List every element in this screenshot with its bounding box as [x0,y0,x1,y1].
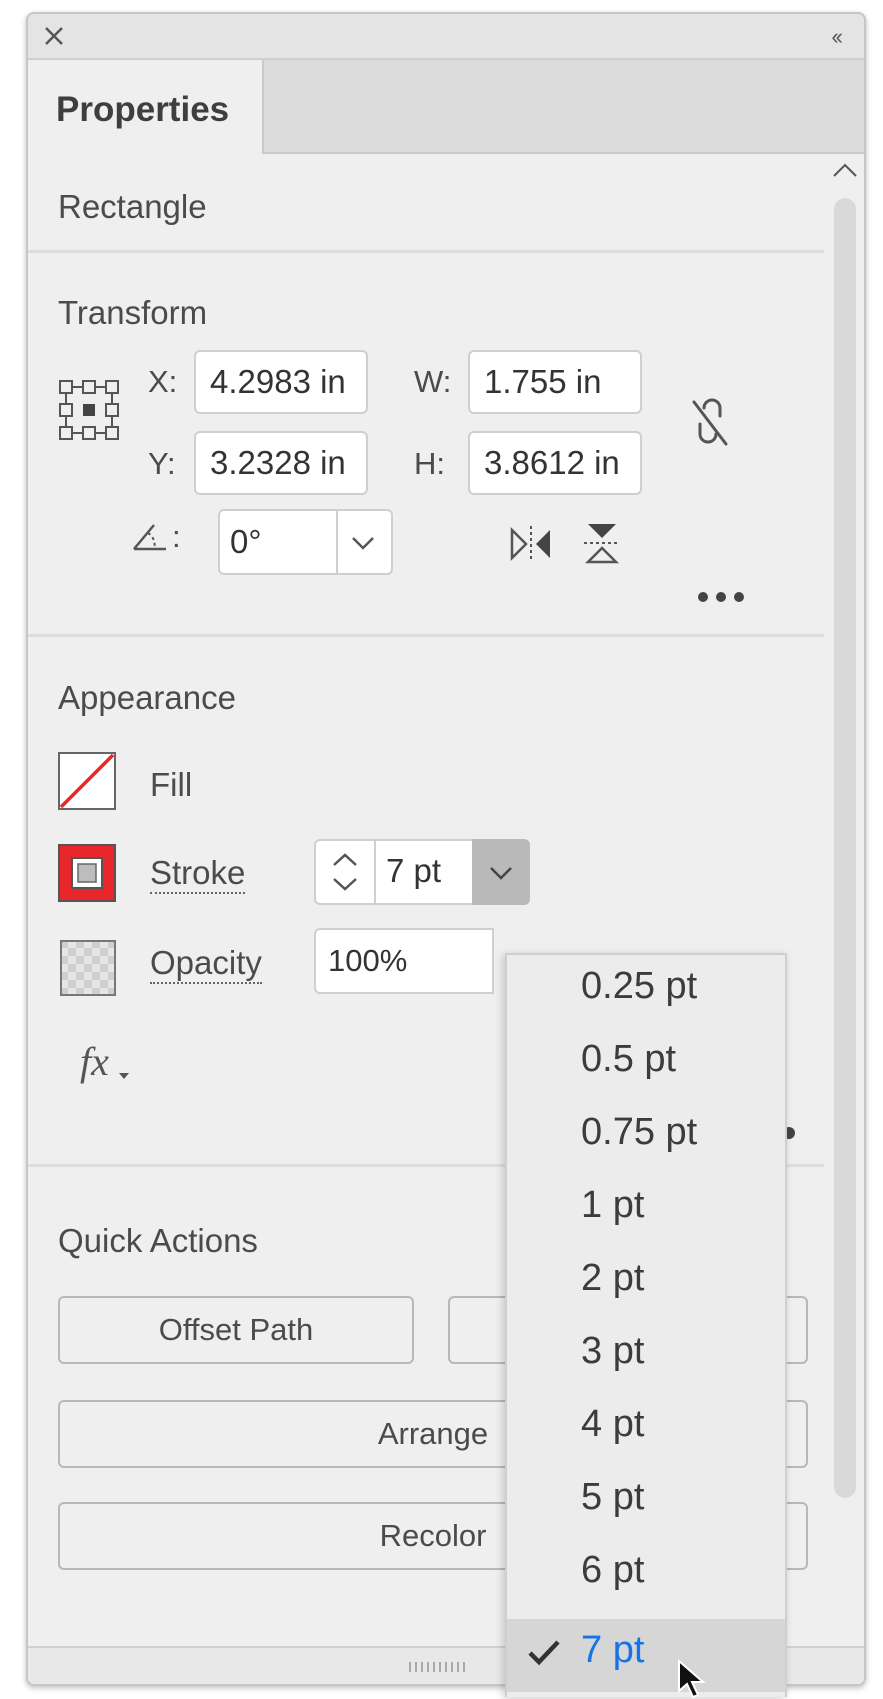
flip-vertical-icon[interactable] [582,520,622,566]
mouse-pointer-icon [678,1659,706,1699]
menu-item[interactable]: 5 pt [507,1466,785,1539]
h-label: H: [414,446,445,481]
h-input[interactable]: 3.8612 in [468,431,642,495]
fx-icon[interactable]: fx [80,1038,109,1085]
flip-horizontal-icon[interactable] [508,524,554,564]
chevron-down-icon[interactable] [348,531,378,555]
stroke-stepper[interactable] [316,841,376,903]
y-input[interactable]: 3.2328 in [194,431,368,495]
menu-item[interactable]: 0.5 pt [507,1028,785,1101]
tab-properties[interactable]: Properties [28,60,264,154]
stroke-weight-control[interactable]: 7 pt [314,839,530,905]
menu-item[interactable]: 3 pt [507,1320,785,1393]
opacity-checker-icon[interactable] [60,940,118,998]
appearance-title: Appearance [58,679,236,716]
menu-item-label: 0.5 pt [581,1038,677,1080]
panel-titlebar: ‹‹ [28,14,864,60]
opacity-input[interactable]: 100% [314,928,494,994]
menu-item[interactable]: 4 pt [507,1393,785,1466]
stepper-arrows-icon[interactable] [328,847,362,897]
stroke-swatch-icon[interactable] [58,844,116,902]
tab-strip: Properties [28,60,864,154]
angle-separator [336,511,338,573]
menu-item-label: 7 pt [581,1629,645,1671]
angle-label: : [172,519,181,554]
menu-item-label: 6 pt [581,1549,645,1591]
menu-item[interactable]: 1 pt [507,1174,785,1247]
checkmark-icon [528,1640,560,1666]
x-input[interactable]: 4.2983 in [194,350,368,414]
opacity-label[interactable]: Opacity [150,944,262,984]
divider [28,250,824,253]
menu-item-label: 3 pt [581,1330,645,1372]
fill-none-swatch-icon[interactable] [58,752,116,810]
angle-value: 0° [230,523,262,560]
scroll-up-icon[interactable] [830,158,860,182]
fill-label: Fill [150,766,193,803]
menu-item-label: 4 pt [581,1403,645,1445]
stroke-weight-dropdown-button[interactable] [472,839,530,905]
w-label: W: [414,364,452,399]
stroke-label[interactable]: Stroke [150,854,246,894]
vertical-scrollbar[interactable] [826,158,862,1498]
divider [28,634,824,637]
transform-title: Transform [58,294,208,331]
menu-item[interactable]: 6 pt [507,1539,785,1612]
menu-item[interactable]: 0.25 pt [507,955,785,1028]
menu-item[interactable]: 0.75 pt [507,1101,785,1174]
menu-item-selected[interactable]: 7 pt [507,1619,785,1699]
menu-item[interactable]: 2 pt [507,1247,785,1320]
collapse-panel-icon[interactable]: ‹‹ [831,24,843,50]
menu-item-label: 5 pt [581,1476,645,1518]
scroll-thumb[interactable] [834,198,856,1498]
w-input[interactable]: 1.755 in [468,350,642,414]
stroke-weight-menu: 0.25 pt 0.5 pt 0.75 pt 1 pt 2 pt 3 pt 4 … [505,953,787,1699]
x-label: X: [148,364,178,399]
reference-point-icon[interactable] [58,379,120,441]
tab-properties-label: Properties [56,90,230,129]
angle-select[interactable]: 0° [218,509,393,575]
object-type-title: Rectangle [58,188,207,225]
quick-actions-title: Quick Actions [58,1222,258,1259]
offset-path-button[interactable]: Offset Path [58,1296,414,1364]
menu-item-label: 1 pt [581,1184,645,1226]
close-icon[interactable] [38,20,70,52]
chevron-down-icon [490,867,512,880]
angle-icon [133,524,166,551]
constrain-proportions-icon[interactable] [682,394,738,450]
more-options-icon[interactable] [696,590,746,604]
fx-caret-icon [119,1073,129,1079]
stroke-weight-value: 7 pt [386,852,442,889]
menu-item-label: 2 pt [581,1257,645,1299]
resize-grip-icon[interactable] [408,1662,468,1672]
y-label: Y: [148,446,176,481]
menu-item-label: 0.75 pt [581,1111,698,1153]
menu-item-label: 0.25 pt [581,965,698,1007]
